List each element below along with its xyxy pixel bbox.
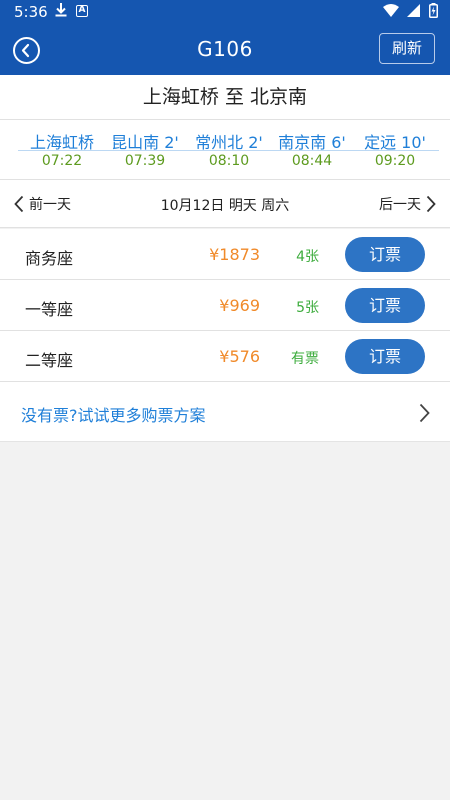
- route-connector: 至: [224, 86, 244, 108]
- seat-price: ¥576: [219, 347, 260, 366]
- stop-name: 上海虹桥: [18, 129, 106, 152]
- stop-item[interactable]: 常州北 2' 08:10: [185, 129, 273, 169]
- status-bar: 5:36 A: [0, 0, 450, 24]
- seat-class: 二等座: [25, 351, 74, 370]
- chevron-right-icon: [426, 195, 436, 213]
- seat-price: ¥1873: [209, 245, 260, 264]
- book-button[interactable]: 订票: [345, 237, 425, 272]
- weekday: 周六: [261, 198, 290, 214]
- route-to: 北京南: [250, 86, 308, 108]
- seat-price: ¥969: [219, 296, 260, 315]
- stop-name: 南京南 6': [268, 129, 356, 152]
- seat-class: 一等座: [25, 300, 74, 319]
- stop-item[interactable]: 上海虹桥 07:22: [18, 129, 106, 169]
- stop-name: 常州北 2': [185, 129, 273, 152]
- status-time: 5:36: [14, 3, 48, 21]
- stop-item[interactable]: 昆山南 2' 07:39: [101, 129, 189, 169]
- seat-row: 二等座 ¥576 有票 订票: [0, 331, 450, 382]
- stop-item[interactable]: 南京南 6' 08:44: [268, 129, 356, 169]
- date-selector: 前一天 10月12日 明天 周六 后一天: [0, 180, 450, 228]
- next-day-label: 后一天: [379, 197, 421, 213]
- stop-time: 08:44: [291, 153, 333, 169]
- seat-availability: 5张: [296, 300, 319, 316]
- book-button[interactable]: 订票: [345, 339, 425, 374]
- book-button[interactable]: 订票: [345, 288, 425, 323]
- stop-time: 09:20: [374, 153, 416, 169]
- notification-a-icon: A: [76, 5, 88, 17]
- stop-name: 定远 10': [351, 129, 439, 152]
- seat-availability: 4张: [296, 249, 319, 265]
- stop-item[interactable]: 定远 10' 09:20: [351, 129, 439, 169]
- more-options-label: 没有票?试试更多购票方案: [21, 406, 206, 425]
- signal-icon: [407, 3, 421, 22]
- battery-icon: [429, 3, 438, 22]
- stops-list[interactable]: 上海虹桥 07:22 昆山南 2' 07:39 常州北 2' 08:10 南京南…: [0, 120, 450, 180]
- wifi-icon: [383, 3, 399, 22]
- empty-area: [0, 442, 450, 800]
- route-title: 上海虹桥 至 北京南: [0, 75, 450, 120]
- chevron-right-icon: [419, 403, 430, 423]
- relative-day: 明天: [228, 198, 257, 214]
- header-bar: G106 刷新: [0, 24, 450, 75]
- stop-time: 07:22: [41, 153, 83, 169]
- next-day-button[interactable]: 后一天: [379, 194, 436, 214]
- stop-time: 07:39: [124, 153, 166, 169]
- refresh-button[interactable]: 刷新: [379, 33, 435, 64]
- seat-class: 商务座: [25, 249, 74, 268]
- route-from: 上海虹桥: [142, 86, 219, 108]
- more-options-link[interactable]: 没有票?试试更多购票方案: [0, 382, 450, 442]
- status-right-icons: [383, 3, 438, 22]
- date-text: 10月12日: [160, 198, 225, 214]
- seat-row: 一等座 ¥969 5张 订票: [0, 280, 450, 331]
- download-icon: [54, 2, 68, 22]
- seat-availability: 有票: [291, 351, 319, 367]
- stop-time: 08:10: [208, 153, 250, 169]
- seat-row: 商务座 ¥1873 4张 订票: [0, 229, 450, 280]
- stop-name: 昆山南 2': [101, 129, 189, 152]
